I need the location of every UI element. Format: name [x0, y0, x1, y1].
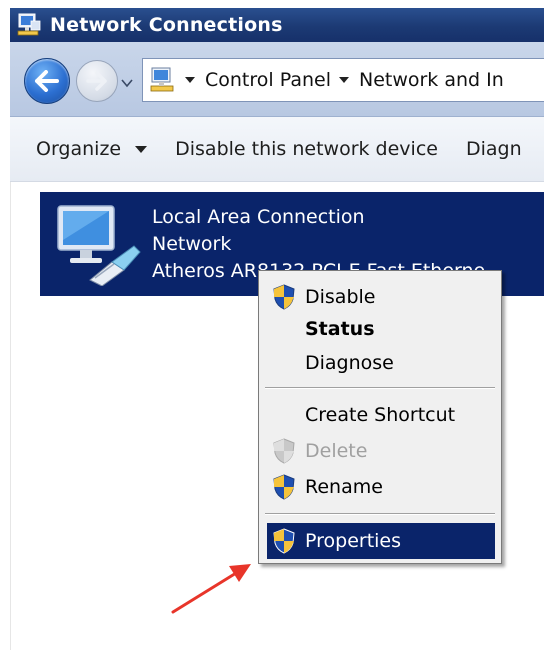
dropdown-arrow-icon — [135, 145, 148, 153]
address-bar[interactable]: Control Panel Network and In — [142, 58, 544, 102]
uac-shield-icon — [271, 528, 297, 554]
disable-device-label: Disable this network device — [175, 138, 438, 160]
annotation-arrow-icon — [171, 564, 251, 614]
menu-item-label: Properties — [305, 530, 402, 552]
uac-shield-icon — [271, 474, 297, 500]
network-connections-icon — [16, 12, 42, 38]
navigation-bar: Control Panel Network and In — [10, 42, 544, 117]
organize-button[interactable]: Organize — [10, 138, 161, 160]
menu-separator — [265, 387, 495, 389]
menu-item-diagnose[interactable]: Diagnose — [267, 347, 495, 379]
connection-name: Local Area Connection — [152, 206, 365, 228]
recent-pages-dropdown[interactable] — [120, 74, 134, 88]
control-panel-icon — [147, 65, 177, 95]
menu-item-label: Diagnose — [305, 352, 394, 374]
menu-item-label: Disable — [305, 286, 376, 308]
uac-shield-icon — [271, 284, 297, 310]
menu-item-properties[interactable]: Properties — [267, 523, 495, 559]
command-bar: Organize Disable this network device Dia… — [10, 117, 544, 182]
menu-separator — [265, 513, 495, 515]
chevron-down-icon — [121, 79, 133, 88]
menu-item-label: Rename — [305, 476, 383, 498]
diagnose-label: Diagn — [465, 138, 522, 160]
menu-item-delete: Delete — [267, 435, 495, 467]
back-arrow-icon — [35, 70, 59, 92]
network-adapter-icon — [50, 200, 142, 287]
menu-item-label: Status — [305, 318, 375, 340]
breadcrumb-network-and-internet[interactable]: Network and In — [359, 69, 504, 91]
title-bar: Network Connections — [10, 8, 544, 42]
forward-arrow-icon — [86, 71, 107, 91]
context-menu: Disable Status Diagnose Create Shortcut … — [258, 270, 502, 564]
connection-type: Network — [152, 233, 232, 255]
menu-item-label: Create Shortcut — [305, 404, 456, 426]
organize-label: Organize — [36, 138, 122, 160]
menu-item-rename[interactable]: Rename — [267, 471, 495, 503]
menu-item-create-shortcut[interactable]: Create Shortcut — [267, 399, 495, 431]
forward-button[interactable] — [76, 60, 118, 102]
window-title: Network Connections — [50, 14, 283, 36]
back-button[interactable] — [24, 58, 70, 104]
breadcrumb-chevron-icon[interactable] — [338, 77, 349, 83]
diagnose-button[interactable]: Diagn — [452, 138, 536, 160]
breadcrumb-chevron-icon[interactable] — [185, 77, 195, 83]
menu-item-label: Delete — [305, 440, 368, 462]
menu-item-status[interactable]: Status — [267, 313, 495, 345]
uac-shield-icon — [271, 438, 297, 464]
menu-item-disable[interactable]: Disable — [267, 281, 495, 313]
breadcrumb-control-panel[interactable]: Control Panel — [205, 69, 331, 91]
disable-device-button[interactable]: Disable this network device — [161, 138, 452, 160]
